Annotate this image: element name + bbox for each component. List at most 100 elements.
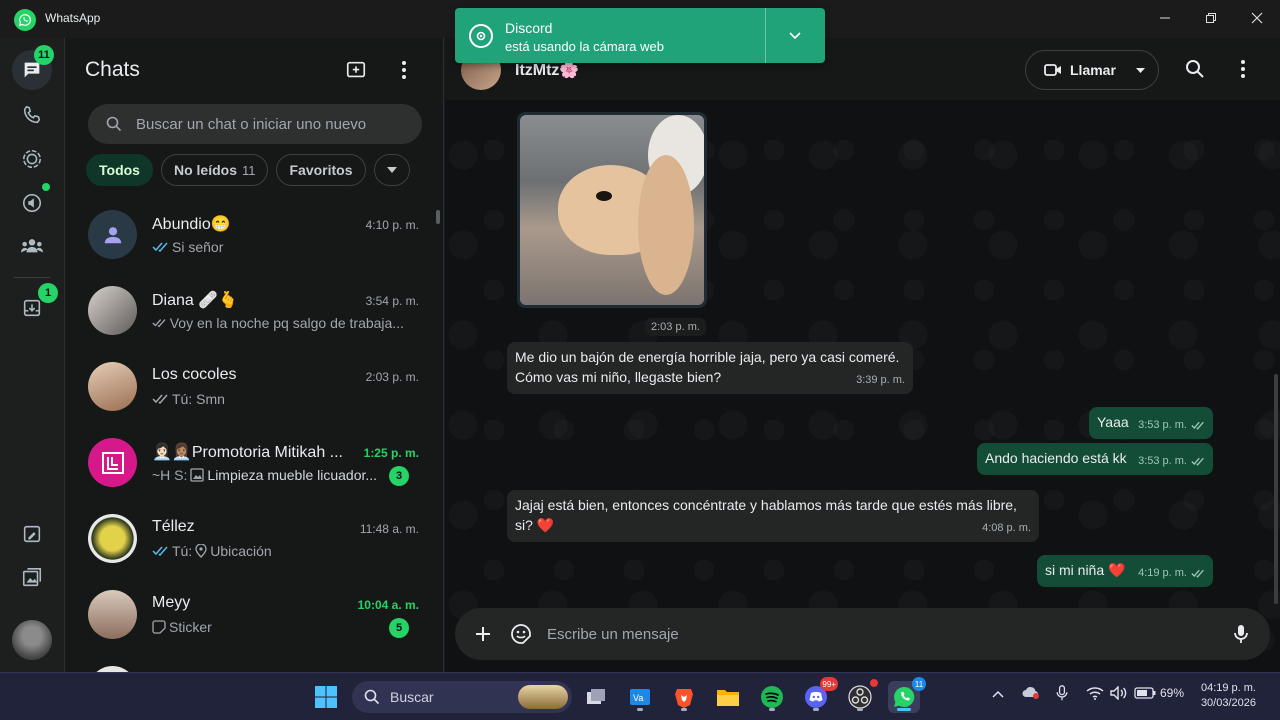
active-indicator <box>897 708 911 711</box>
double-check-icon <box>152 394 168 404</box>
taskbar-app-brave[interactable] <box>668 681 700 713</box>
outgoing-message[interactable]: Ando haciendo está kk 3:53 p. m. <box>977 443 1213 475</box>
taskbar-app-obs[interactable] <box>844 679 878 713</box>
task-view-icon <box>587 689 605 704</box>
start-button[interactable] <box>310 681 342 713</box>
chat-search-box[interactable] <box>88 104 422 144</box>
contact-name[interactable]: ItzMtz🌸 <box>515 60 579 80</box>
avatar[interactable] <box>88 590 137 639</box>
rail-calls-button[interactable] <box>12 95 52 135</box>
message-time: 4:08 p. m. <box>982 518 1031 538</box>
location-pin-icon <box>195 544 207 558</box>
windows-taskbar: Buscar Va 99+ 11 69% 04:19 p. m. 30/03/2… <box>0 672 1280 720</box>
task-view-button[interactable] <box>580 681 612 713</box>
conversation-scrollbar[interactable] <box>1274 374 1278 604</box>
taskbar-search[interactable]: Buscar <box>352 681 572 713</box>
chats-unread-badge: 11 <box>34 45 54 65</box>
chat-time: 11:48 a. m. <box>359 522 419 536</box>
avatar[interactable] <box>88 210 137 259</box>
chat-list-title: Chats <box>85 58 140 81</box>
tray-volume-button[interactable] <box>1110 685 1128 703</box>
rail-communities-button[interactable] <box>12 226 52 266</box>
message-input[interactable] <box>547 608 1167 660</box>
minimize-button[interactable] <box>1142 4 1188 32</box>
taskbar-app-spotify[interactable] <box>756 681 788 713</box>
double-check-icon <box>1191 569 1204 578</box>
chat-list-menu-button[interactable] <box>390 56 418 84</box>
show-hidden-icons-button[interactable] <box>992 687 1004 701</box>
chat-time: 4:10 p. m. <box>365 218 419 232</box>
chat-name[interactable]: Diana 🩹🫰 <box>152 290 352 310</box>
chevron-down-icon <box>1135 67 1145 73</box>
double-check-icon <box>152 319 166 328</box>
speaker-icon <box>1110 685 1127 701</box>
attach-button[interactable] <box>469 620 497 648</box>
bunny-photo[interactable] <box>520 115 704 305</box>
search-in-chat-button[interactable] <box>1181 55 1209 83</box>
chat-filters: Todos No leídos 11 Favoritos <box>86 154 410 186</box>
brave-lion-icon <box>675 689 693 708</box>
chat-name[interactable]: Téllez <box>152 518 352 536</box>
running-indicator <box>769 708 775 711</box>
chat-preview: Voy en la noche pq salgo de trabaja... <box>152 315 404 331</box>
notification-title: Discord <box>505 20 553 36</box>
chat-name[interactable]: 👩🏻‍💼👩🏽‍💼Promotoria Mitikah ... <box>152 442 352 462</box>
rail-gallery-button[interactable] <box>12 558 52 598</box>
voice-message-button[interactable] <box>1227 620 1255 648</box>
chat-time: 10:04 a. m. <box>357 598 419 612</box>
chat-search-input[interactable] <box>136 104 416 144</box>
close-window-button[interactable] <box>1234 4 1280 32</box>
wifi-icon <box>1086 687 1104 700</box>
message-time-text: 4:19 p. m. <box>1138 567 1187 579</box>
outgoing-message[interactable]: si mi niña ❤️ 4:19 p. m. <box>1037 555 1213 587</box>
camera-usage-notification[interactable]: Discord está usando la cámara web <box>455 8 825 63</box>
taskbar-app-file-explorer[interactable] <box>712 681 744 713</box>
message-text: si? ❤️ <box>515 517 555 533</box>
windows-logo-icon <box>315 686 337 708</box>
tray-battery-button[interactable]: 69% <box>1134 686 1184 700</box>
chat-name[interactable]: Meyy <box>152 594 352 612</box>
rail-media-button[interactable] <box>12 514 52 554</box>
restore-icon <box>1206 13 1216 23</box>
notification-expand-button[interactable] <box>781 24 809 48</box>
double-check-icon <box>1191 421 1204 430</box>
filter-more-button[interactable] <box>373 154 410 186</box>
avatar[interactable] <box>88 514 137 563</box>
conversation-menu-button[interactable] <box>1229 55 1257 83</box>
restore-button[interactable] <box>1188 4 1234 32</box>
call-button[interactable]: Llamar <box>1025 50 1159 90</box>
filter-favorites[interactable]: Favoritos <box>276 154 366 186</box>
incoming-message[interactable]: Me dio un bajón de energía horrible jaja… <box>507 342 913 394</box>
emoji-sticker-button[interactable] <box>507 620 535 648</box>
image-icon <box>190 468 205 482</box>
chat-preview: Tú: Ubicación <box>152 543 404 559</box>
avatar[interactable] <box>88 438 137 487</box>
recording-indicator <box>870 679 878 687</box>
filter-unread[interactable]: No leídos 11 <box>160 154 269 186</box>
taskbar-app-whatsapp[interactable]: 11 <box>888 677 926 713</box>
tray-onedrive-button[interactable] <box>1022 685 1040 702</box>
rail-status-button[interactable] <box>12 139 52 179</box>
taskbar-app-discord[interactable]: 99+ <box>800 677 838 713</box>
outgoing-message[interactable]: Yaaa 3:53 p. m. <box>1089 407 1213 439</box>
tray-microphone-button[interactable] <box>1056 685 1068 704</box>
filter-all[interactable]: Todos <box>86 154 153 186</box>
chat-preview: Tú: Smn <box>152 391 404 407</box>
photo-message[interactable] <box>517 112 707 308</box>
chat-list-scrollbar[interactable] <box>436 210 440 224</box>
incoming-message[interactable]: Jajaj está bien, entonces concéntrate y … <box>507 490 1039 542</box>
avatar[interactable] <box>88 286 137 335</box>
webcam-icon <box>469 24 493 48</box>
chat-time: 2:03 p. m. <box>365 370 419 384</box>
cloud-icon <box>1022 687 1039 699</box>
avatar[interactable] <box>88 362 137 411</box>
folder-icon <box>717 690 739 706</box>
chat-name[interactable]: Los cocoles <box>152 366 352 384</box>
tray-wifi-button[interactable] <box>1086 686 1104 703</box>
chat-name[interactable]: Abundio😁 <box>152 214 352 234</box>
spotify-icon <box>761 686 783 708</box>
profile-avatar[interactable] <box>12 620 52 660</box>
new-chat-button[interactable] <box>342 56 370 84</box>
taskbar-app-visual-studio[interactable]: Va <box>624 681 656 713</box>
system-clock[interactable]: 04:19 p. m. 30/03/2026 <box>1201 681 1256 711</box>
